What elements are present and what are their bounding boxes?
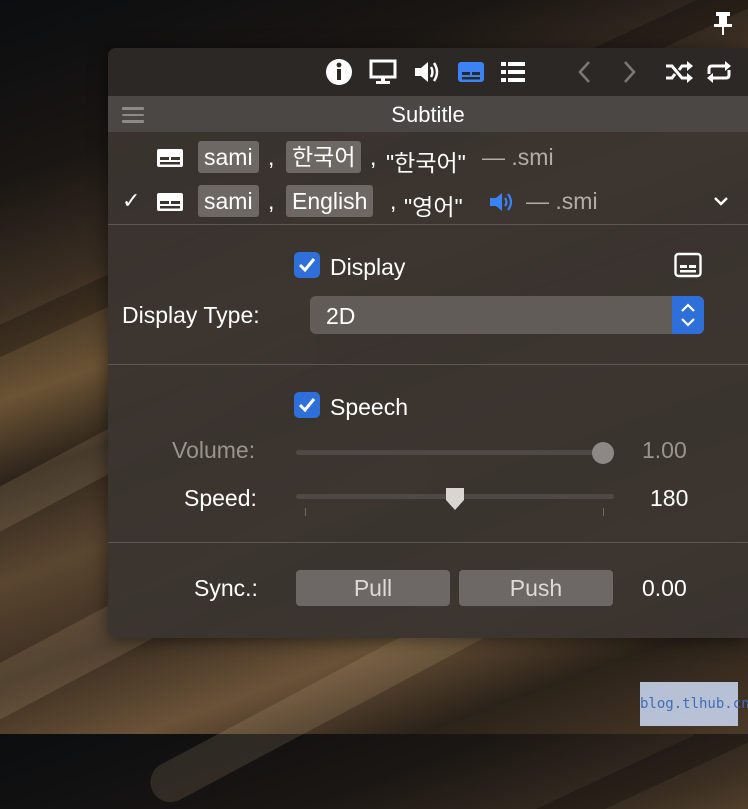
watermark: blog.tlhub.cn xyxy=(640,682,748,726)
chevron-down-icon[interactable] xyxy=(712,194,730,208)
speed-label: Speed: xyxy=(184,485,257,511)
push-button[interactable]: Push xyxy=(459,570,613,606)
track-name: "영어" xyxy=(404,194,463,220)
speed-value: 180 xyxy=(650,485,689,511)
track-extension: — .smi xyxy=(482,144,554,170)
speech-checkbox[interactable] xyxy=(294,392,320,418)
list-icon[interactable] xyxy=(498,58,528,86)
language-tag: English xyxy=(286,185,374,217)
checkmark-icon: ✓ xyxy=(122,188,141,213)
display-type-value: 2D xyxy=(326,303,356,329)
display-icon[interactable] xyxy=(368,58,398,86)
pull-button[interactable]: Pull xyxy=(296,570,450,606)
speed-slider-knob[interactable] xyxy=(444,486,466,512)
volume-value: 1.00 xyxy=(642,437,687,463)
codec-tag: sami xyxy=(198,185,259,217)
toolbar xyxy=(108,48,748,96)
chevron-right-icon[interactable] xyxy=(614,58,644,86)
pin-icon[interactable] xyxy=(710,10,736,36)
slider-tick xyxy=(603,508,604,516)
display-checkbox-label: Display xyxy=(330,254,406,280)
chevron-left-icon[interactable] xyxy=(570,58,600,86)
codec-tag: sami xyxy=(198,141,259,173)
sync-value: 0.00 xyxy=(642,575,687,601)
divider xyxy=(108,542,748,543)
subtitle-icon[interactable] xyxy=(456,58,486,86)
repeat-icon[interactable] xyxy=(704,58,734,86)
subtitle-track-icon xyxy=(157,193,183,211)
volume-label: Volume: xyxy=(172,437,256,463)
display-checkbox[interactable] xyxy=(294,252,320,278)
display-type-label: Display Type: xyxy=(122,302,260,328)
select-stepper-icon xyxy=(672,296,704,334)
divider xyxy=(108,364,748,365)
panel-title: Subtitle xyxy=(391,102,465,127)
separator: , xyxy=(370,144,377,170)
track-name: "한국어" xyxy=(386,150,466,176)
track-extension: — .smi xyxy=(526,188,598,214)
subtitle-settings-icon[interactable] xyxy=(674,252,702,278)
language-tag: 한국어 xyxy=(286,141,362,173)
separator: , xyxy=(390,188,397,214)
speaker-icon xyxy=(490,193,513,211)
separator: , xyxy=(268,144,275,170)
volume-icon[interactable] xyxy=(412,58,442,86)
volume-slider-track[interactable] xyxy=(296,450,614,455)
divider xyxy=(108,224,748,225)
speech-checkbox-label: Speech xyxy=(330,394,409,420)
slider-tick xyxy=(305,508,306,516)
display-type-select[interactable]: 2D xyxy=(310,296,704,334)
shuffle-icon[interactable] xyxy=(664,58,694,86)
separator: , xyxy=(268,188,275,214)
sync-label: Sync.: xyxy=(194,575,258,601)
info-icon[interactable] xyxy=(324,58,354,86)
subtitle-track-icon xyxy=(157,149,183,167)
panel-header: Subtitle xyxy=(108,96,748,132)
volume-slider-knob[interactable] xyxy=(592,442,614,464)
subtitle-panel: Subtitle sami , 한국어 , "한국어" — .smi ✓ sam… xyxy=(108,48,748,638)
subtitle-track-item[interactable]: sami , 한국어 , "한국어" — .smi xyxy=(108,136,748,178)
subtitle-track-item-selected[interactable]: ✓ sami , English , "영어" — .smi xyxy=(108,180,748,222)
